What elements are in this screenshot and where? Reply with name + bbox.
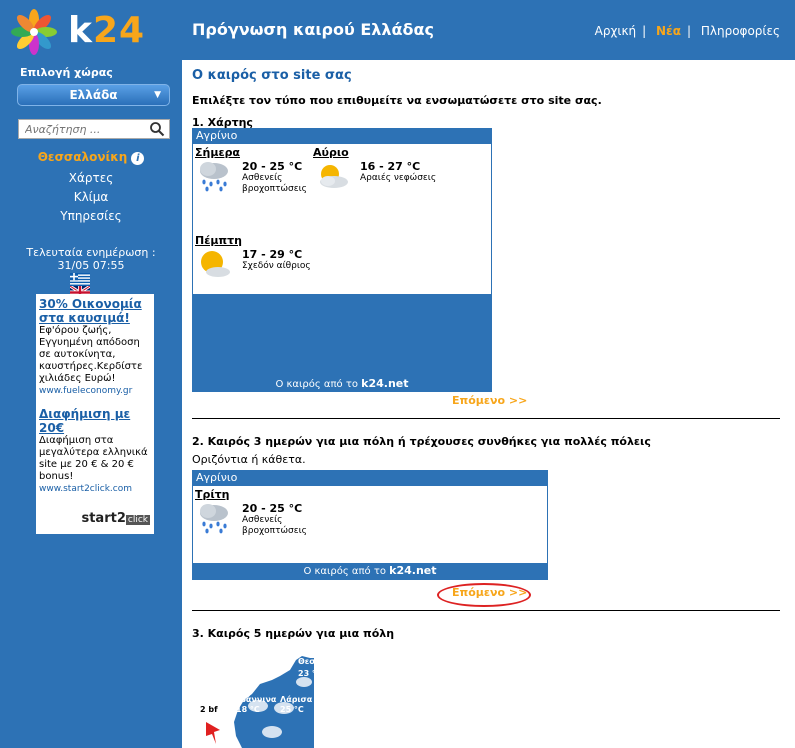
forecast-day-name: Αύριο [313, 146, 349, 159]
forecast-temp: 17 - 29 °C [242, 248, 303, 261]
forecast-day: Αύριο 16 - 27 °C Αραιές νεφώσεις [313, 146, 436, 206]
widget-credit-text: Ο καιρός από το [275, 379, 358, 390]
top-nav: Αρχική | Νέα | Πληροφορίες [592, 24, 783, 38]
sun-cloud-icon [320, 165, 348, 188]
greece-map-preview[interactable]: Θεσ 23 ° Ιωάννινα 18 °C Λάρισα 25 °C 2 b… [192, 650, 314, 748]
rain-cloud-icon [200, 162, 228, 192]
start2click-logo-click: click [125, 515, 150, 525]
forecast-day: Σήμερα 20 - 25 °C Ασθενείς βροχοπτώσεις [195, 146, 315, 206]
wind-arrow-icon [206, 722, 220, 744]
widget-body: Σήμερα 20 - 25 °C Ασθενείς βροχοπτώσεις … [193, 144, 491, 294]
sidebar-link-climate[interactable]: Κλίμα [0, 190, 182, 204]
widget-credit-site: k24.net [389, 564, 437, 577]
top-bar: k24 Πρόγνωση καιρού Ελλάδας Αρχική | Νέα |… [0, 0, 795, 60]
logo-text-k: k [68, 10, 93, 51]
highlight-ellipse [437, 583, 531, 607]
map-label: Λάρισα [280, 695, 313, 704]
greek-flag-icon[interactable] [70, 273, 90, 286]
start2click-logo-start: start [81, 511, 117, 526]
nav-news-link[interactable]: Νέα [656, 24, 681, 38]
logo-text-24: 24 [92, 10, 146, 51]
last-updated: Τελευταία ενημέρωση : 31/05 07:55 [0, 246, 182, 272]
main-content: Ο καιρός στο site σας Επιλέξτε τον τύπο … [182, 60, 795, 748]
language-flags [70, 273, 120, 299]
current-city-label[interactable]: Θεσσαλονίκη [38, 150, 128, 164]
ad-headline-start2click[interactable]: Διαφήμιση με 20€ [39, 407, 151, 435]
widget-credit-text: Ο καιρός από το [303, 566, 386, 577]
search-icon[interactable] [149, 121, 165, 137]
sun-cloud-icon [201, 251, 230, 277]
map-label: 2 bf [200, 705, 218, 714]
last-updated-label: Τελευταία ενημέρωση : [26, 246, 156, 259]
map-label: Ιωάννινα [236, 695, 277, 704]
logo-text: k24 [68, 10, 145, 51]
intro-text: Επιλέξτε τον τύπο που επιθυμείτε να ενσω… [192, 94, 602, 107]
forecast-desc: Ασθενείς βροχοπτώσεις [242, 173, 307, 194]
current-city[interactable]: Θεσσαλονίκη i [0, 150, 182, 165]
last-updated-value: 31/05 07:55 [57, 259, 125, 272]
map-label: Θεσ [298, 657, 314, 666]
widget-credit-site: k24.net [361, 377, 409, 390]
next-button[interactable]: Επόμενο >> [452, 394, 527, 407]
search-input[interactable] [19, 120, 143, 138]
ad-text-fuel: Εφ'όρου ζωής, Εγγυημένη απόδοση σε αυτοκ… [39, 325, 143, 384]
divider [192, 610, 780, 611]
widget-city: Αγρίνιο [196, 471, 238, 484]
widget-city: Αγρίνιο [196, 129, 238, 142]
country-select-label: Επιλογή χώρας [20, 66, 113, 79]
site-title: Πρόγνωση καιρού Ελλάδας [192, 20, 435, 39]
forecast-day: Τρίτη 20 - 25 °C Ασθενείς βροχοπτώσεις [195, 488, 315, 548]
k24-logo[interactable]: k24 [10, 8, 180, 56]
nav-separator: | [642, 24, 647, 38]
chevron-down-icon: ▼ [154, 90, 161, 100]
ad-url-start2click[interactable]: www.start2click.com [39, 483, 151, 495]
widget-3day-preview[interactable]: Αγρίνιο Τρίτη 20 - 25 °C Ασθενείς βροχοπ… [192, 470, 548, 580]
nav-info-link[interactable]: Πληροφορίες [701, 24, 780, 38]
map-label: 23 ° [298, 669, 314, 678]
search-box [18, 119, 170, 139]
info-icon[interactable]: i [131, 152, 145, 165]
start2click-logo[interactable]: start2 click [81, 511, 150, 526]
flower-logo-icon [11, 9, 57, 55]
map-label: 18 °C [236, 705, 260, 714]
sidebar: Επιλογή χώρας Ελλάδα ▼ Θεσσαλονίκηi Χάρτ… [0, 60, 182, 748]
rain-cloud-icon [200, 504, 228, 534]
widget-credit[interactable]: Ο καιρός από το k24.net [193, 377, 491, 390]
nav-home-link[interactable]: Αρχική [595, 24, 637, 38]
nav-separator: | [686, 24, 692, 38]
country-select-value: Ελλάδα [69, 88, 118, 102]
ad-headline-fuel[interactable]: 30% Οικονομία στα καυσιμά! [39, 297, 151, 325]
widget-map-preview[interactable]: Αγρίνιο Σήμερα 20 - 25 °C Ασθενείς βροχο… [192, 128, 492, 392]
map-label: 25 °C [280, 705, 304, 714]
start2click-logo-2: 2 [116, 511, 126, 526]
forecast-temp: 16 - 27 °C [360, 160, 421, 173]
sidebar-ad: 30% Οικονομία στα καυσιμά! Εφ'όρου ζωής,… [36, 294, 154, 534]
forecast-day-name: Σήμερα [195, 146, 240, 159]
section-subtitle: Οριζόντια ή κάθετα. [192, 453, 306, 466]
forecast-temp: 20 - 25 °C [242, 160, 303, 173]
section-title-5day: 3. Καιρός 5 ημερών για μια πόλη [192, 627, 395, 640]
divider [192, 418, 780, 419]
sidebar-link-maps[interactable]: Χάρτες [0, 171, 182, 185]
forecast-desc: Σχεδόν αίθριος [242, 261, 311, 271]
page-title: Ο καιρός στο site σας [192, 68, 352, 83]
widget-body: Τρίτη 20 - 25 °C Ασθενείς βροχοπτώσεις [193, 486, 547, 563]
ad-text-start2click: Διαφήμιση στα μεγαλύτερα ελληνικά site μ… [39, 435, 148, 482]
forecast-day: Πέμπτη 17 - 29 °C Σχεδόν αίθριος [195, 234, 315, 294]
widget-credit[interactable]: Ο καιρός από το k24.net [193, 564, 547, 577]
country-select[interactable]: Ελλάδα ▼ [17, 84, 170, 106]
forecast-desc: Αραιές νεφώσεις [360, 173, 437, 183]
section-title-3day: 2. Καιρός 3 ημερών για μια πόλη ή τρέχου… [192, 435, 651, 448]
forecast-desc: Ασθενείς βροχοπτώσεις [242, 515, 307, 536]
sidebar-link-services[interactable]: Υπηρεσίες [0, 209, 182, 223]
forecast-temp: 20 - 25 °C [242, 502, 303, 515]
ad-url-fuel[interactable]: www.fueleconomy.gr [39, 385, 151, 397]
forecast-day-name: Πέμπτη [195, 234, 242, 247]
forecast-day-name: Τρίτη [195, 488, 230, 501]
